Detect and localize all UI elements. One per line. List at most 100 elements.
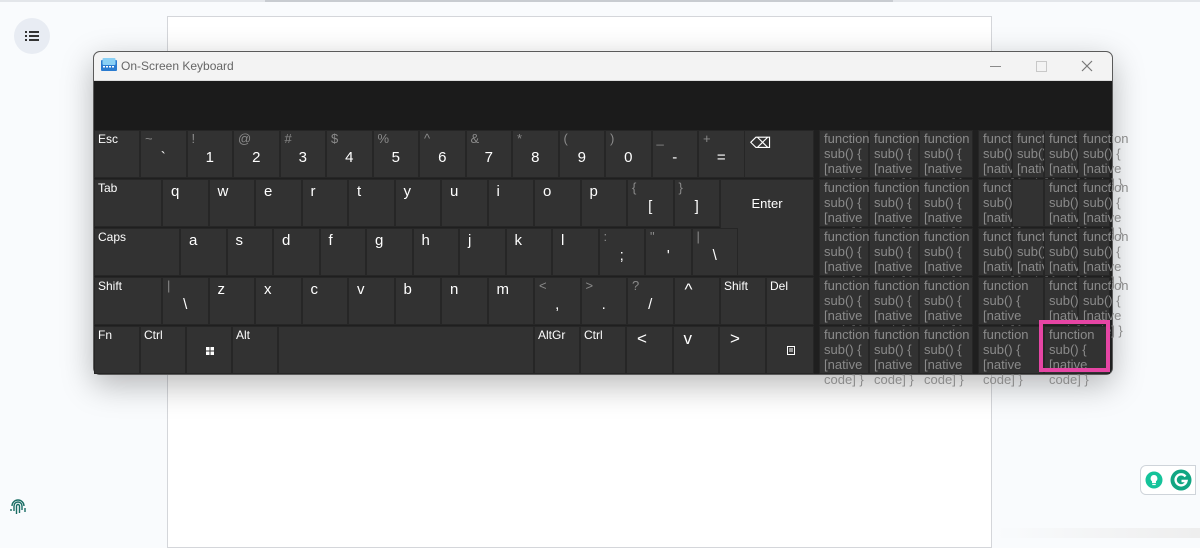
key-comma[interactable]: <, — [534, 277, 581, 325]
grammarly-icon[interactable] — [1170, 469, 1192, 491]
key-quote[interactable]: " ' — [645, 228, 692, 276]
key-left-bracket[interactable]: {[ — [627, 179, 674, 227]
key-down-arrow[interactable]: v — [672, 326, 719, 374]
key-t[interactable]: t — [348, 179, 395, 227]
key-r[interactable]: r — [301, 179, 348, 227]
key-backslash[interactable]: | \ — [162, 277, 209, 325]
key-d[interactable]: d — [273, 228, 320, 276]
lightbulb-icon[interactable] — [1145, 471, 1163, 489]
key-left-arrow[interactable]: < — [626, 326, 673, 374]
key-n[interactable]: n — [441, 277, 488, 325]
key-undefined[interactable]: function sub() { [native code] } — [869, 326, 920, 387]
key-3[interactable]: #3 — [279, 130, 326, 178]
key-fn[interactable]: Fn — [94, 326, 140, 374]
key-period[interactable]: >. — [580, 277, 627, 325]
key-undefined[interactable]: function sub() { [native code] } — [819, 228, 870, 289]
key-ctrl[interactable]: Ctrl — [140, 326, 186, 374]
key-undefined[interactable]: function sub() { [native code] } — [819, 179, 870, 240]
key-f[interactable]: f — [319, 228, 366, 276]
key-2[interactable]: @2 — [233, 130, 280, 178]
key-undefined[interactable]: function sub() { [native code] } — [1012, 130, 1063, 191]
key-undefined[interactable]: function sub() { [native code] } — [978, 228, 1029, 289]
key-k[interactable]: k — [505, 228, 552, 276]
key-undefined[interactable]: function sub() { [native code] } — [869, 130, 920, 191]
key-undefined[interactable]: function sub() { [native code] } — [978, 277, 1044, 338]
key-shift[interactable]: Shift — [94, 277, 162, 325]
key-8[interactable]: * 8 — [512, 130, 559, 178]
outline-button[interactable] — [14, 18, 50, 54]
key-undefined[interactable]: function sub() { [native code] } — [869, 277, 920, 338]
key-a[interactable]: a — [180, 228, 227, 276]
key-l[interactable]: l — [552, 228, 599, 276]
key-6[interactable]: ^ 6 — [419, 130, 466, 178]
key-undefined[interactable]: function sub() { [native code] } — [919, 228, 973, 289]
key-m[interactable]: m — [487, 277, 534, 325]
key-undefined[interactable]: function sub() { [native code] } — [869, 179, 920, 240]
key-z[interactable]: z — [208, 277, 255, 325]
key-undefined[interactable]: function sub() { [native code] } — [869, 228, 920, 289]
key-numpad-5[interactable] — [1012, 179, 1044, 227]
key-p[interactable]: p — [580, 179, 627, 227]
key-undefined[interactable]: function sub() { [native code] } — [919, 130, 973, 191]
key-undefined[interactable]: function sub() { [native code] } — [1078, 228, 1129, 289]
key-v[interactable]: v — [348, 277, 395, 325]
key-undefined[interactable]: function sub() { [native code] } — [1044, 130, 1095, 191]
grammarly-widget[interactable] — [1140, 465, 1196, 495]
key-esc[interactable]: Esc — [94, 130, 140, 178]
key-undefined[interactable]: function sub() { [native code] } — [978, 326, 1044, 387]
key-c[interactable]: c — [301, 277, 348, 325]
key-7[interactable]: & 7 — [465, 130, 512, 178]
key-menu[interactable] — [766, 326, 814, 374]
key-undefined[interactable]: function sub() { [native code] } — [919, 179, 973, 240]
key-undefined[interactable]: function sub() { [native code] } — [1078, 179, 1129, 240]
key-right-bracket[interactable]: }] — [673, 179, 720, 227]
key-g[interactable]: g — [366, 228, 413, 276]
key-s[interactable]: s — [226, 228, 273, 276]
key-caps[interactable]: Caps — [94, 228, 180, 276]
key-ctrl[interactable]: Ctrl — [580, 326, 626, 374]
key-o[interactable]: o — [534, 179, 581, 227]
key-1[interactable]: ! 1 — [186, 130, 233, 178]
key-undefined[interactable]: function sub() { [native code] } — [1044, 326, 1110, 387]
key-tab[interactable]: Tab — [94, 179, 162, 227]
key-undefined[interactable]: function sub() { [native code] } — [1044, 228, 1095, 289]
key-del[interactable]: Del — [766, 277, 814, 325]
key-undefined[interactable]: function sub() { [native code] } — [1044, 179, 1095, 240]
key-undefined[interactable]: function sub() { [native code] } — [919, 277, 973, 338]
key-right-arrow[interactable]: > — [719, 326, 766, 374]
key-0[interactable]: ) 0 — [605, 130, 652, 178]
key-w[interactable]: w — [208, 179, 255, 227]
key-semicolon[interactable]: :; — [598, 228, 645, 276]
key-altgr[interactable]: AltGr — [534, 326, 580, 374]
key-h[interactable]: h — [412, 228, 459, 276]
key-9[interactable]: (9 — [558, 130, 605, 178]
key-5[interactable]: % 5 — [372, 130, 419, 178]
key-y[interactable]: y — [394, 179, 441, 227]
minimize-button[interactable] — [972, 52, 1018, 80]
key-undefined[interactable]: function sub() { [native code] } — [819, 130, 870, 191]
title-bar[interactable]: On-Screen Keyboard — [94, 52, 1112, 81]
key-undefined[interactable]: function sub() { [native code] } — [919, 326, 973, 387]
close-button[interactable] — [1064, 52, 1110, 80]
key-alt[interactable]: Alt — [232, 326, 278, 374]
key-b[interactable]: b — [394, 277, 441, 325]
key-e[interactable]: e — [255, 179, 302, 227]
key-q[interactable]: q — [162, 179, 209, 227]
key-j[interactable]: j — [459, 228, 506, 276]
key-backslash[interactable]: | \ — [691, 228, 738, 276]
key-slash[interactable]: ? / — [627, 277, 674, 325]
key-windows[interactable] — [186, 326, 232, 374]
key-shift[interactable]: Shift — [720, 277, 766, 325]
key-undefined[interactable]: function sub() { [native code] } — [1012, 228, 1063, 289]
key-backspace[interactable]: ⌫ — [744, 130, 814, 178]
key-equals[interactable]: + = — [698, 130, 745, 178]
fingerprint-icon[interactable] — [8, 498, 28, 518]
key-undefined[interactable]: function sub() { [native code] } — [978, 130, 1029, 191]
key-undefined[interactable]: function sub() { [native code] } — [1078, 130, 1129, 191]
key-backtick[interactable]: ~ ` — [140, 130, 187, 178]
maximize-button[interactable] — [1018, 52, 1064, 80]
key-undefined[interactable]: function sub() { [native code] } — [819, 277, 870, 338]
key-minus[interactable]: _ - — [651, 130, 698, 178]
key-space[interactable] — [278, 326, 534, 374]
key-undefined[interactable]: function sub() { [native code] } — [978, 179, 1029, 240]
